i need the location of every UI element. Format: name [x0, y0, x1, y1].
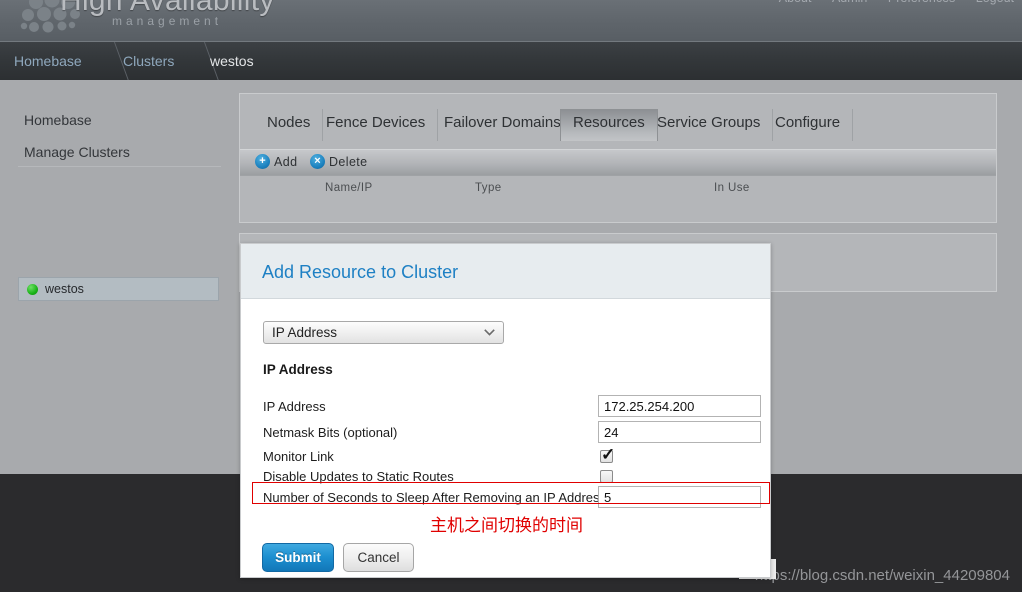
chevron-down-icon	[484, 329, 495, 336]
checkmark-icon: ✓	[601, 445, 616, 464]
submit-button[interactable]: Submit	[262, 543, 334, 572]
delete-button-label: Delete	[329, 155, 368, 169]
field-label: IP Address	[263, 399, 326, 414]
nav-link-preferences[interactable]: Preferences	[888, 0, 955, 5]
nav-link-logout[interactable]: Logout	[976, 0, 1014, 5]
tab-bar: Nodes Fence Devices Failover Domains Res…	[240, 94, 996, 149]
utility-nav: About Admin Preferences Logout	[762, 0, 1014, 5]
resources-panel: Nodes Fence Devices Failover Domains Res…	[239, 93, 997, 223]
nav-link-about[interactable]: About	[779, 0, 812, 5]
monitor-link-checkbox[interactable]: ✓	[600, 446, 615, 464]
column-header-type: Type	[475, 182, 502, 194]
brand-subtitle: management	[112, 14, 223, 28]
sidebar-item-westos[interactable]: westos	[18, 277, 219, 301]
green-status-dot-icon	[27, 284, 38, 295]
sidebar-item-homebase[interactable]: Homebase	[24, 112, 92, 128]
tab-failover-domains[interactable]: Failover Domains	[432, 109, 574, 141]
field-label: Number of Seconds to Sleep After Removin…	[263, 490, 607, 505]
field-label: Monitor Link	[263, 449, 334, 464]
table-header-row: Name/IP Type In Use	[240, 175, 996, 201]
resource-type-select[interactable]: IP Address	[263, 321, 504, 344]
tab-configure[interactable]: Configure	[763, 109, 854, 141]
sleep-seconds-input-value: 5	[604, 490, 612, 505]
sleep-seconds-input[interactable]: 5	[598, 486, 761, 508]
dialog-section-title: IP Address	[263, 362, 333, 377]
tab-fence-devices[interactable]: Fence Devices	[314, 109, 439, 141]
field-label: Netmask Bits (optional)	[263, 425, 398, 440]
ip-address-input-value: 172.25.254.200	[604, 399, 695, 414]
close-circle-icon: ×	[310, 154, 325, 169]
tab-service-groups[interactable]: Service Groups	[645, 109, 774, 141]
add-button-label: Add	[274, 155, 298, 169]
breadcrumb-item-homebase[interactable]: Homebase	[14, 53, 82, 69]
nav-link-admin[interactable]: Admin	[832, 0, 867, 5]
field-label: Disable Updates to Static Routes	[263, 469, 454, 484]
cancel-button[interactable]: Cancel	[343, 543, 414, 572]
ip-address-input[interactable]: 172.25.254.200	[598, 395, 761, 417]
annotation-text: 主机之间切换的时间	[430, 516, 583, 536]
tab-resources[interactable]: Resources	[560, 109, 658, 141]
masthead: High Availability management About Admin…	[0, 0, 1022, 41]
resource-type-select-value: IP Address	[272, 325, 338, 340]
sidebar-divider	[18, 166, 221, 167]
disable-updates-checkbox[interactable]	[600, 470, 613, 483]
netmask-bits-input-value: 24	[604, 425, 619, 440]
breadcrumb-item-westos: westos	[210, 53, 254, 69]
breadcrumb: Homebase Clusters westos	[0, 41, 1022, 80]
plus-circle-icon: +	[255, 154, 270, 169]
sidebar-item-label: westos	[45, 282, 84, 296]
breadcrumb-item-clusters[interactable]: Clusters	[123, 53, 174, 69]
column-header-in-use: In Use	[714, 182, 750, 194]
watermark-text: https://blog.csdn.net/weixin_44209804	[754, 567, 1010, 584]
sidebar-item-manage-clusters[interactable]: Manage Clusters	[24, 144, 130, 160]
dialog-header: Add Resource to Cluster	[241, 244, 770, 299]
sidebar: Homebase Manage Clusters westos	[0, 80, 235, 474]
netmask-bits-input[interactable]: 24	[598, 421, 761, 443]
column-header-name-ip: Name/IP	[325, 182, 373, 194]
panel-toolbar: + Add × Delete	[240, 149, 996, 175]
dialog-title: Add Resource to Cluster	[262, 262, 459, 282]
